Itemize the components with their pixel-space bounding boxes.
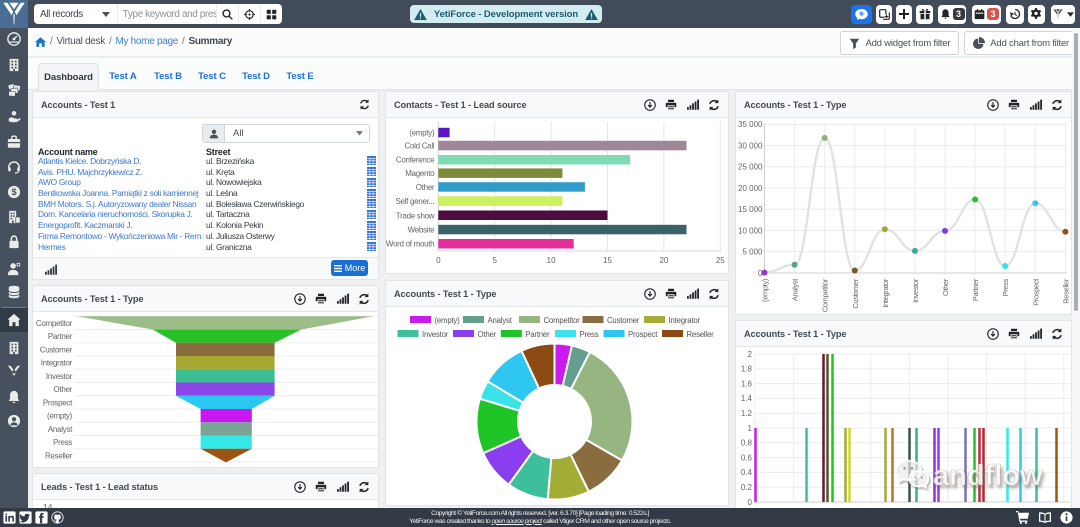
svg-text:Analyst: Analyst xyxy=(48,425,73,434)
svg-text:Partner: Partner xyxy=(971,278,980,301)
svg-text:Customer: Customer xyxy=(40,345,73,354)
svg-text:(empty): (empty) xyxy=(47,412,73,421)
svg-text:Customer: Customer xyxy=(607,316,640,325)
svg-text:Competitor: Competitor xyxy=(544,316,581,325)
svg-text:$: $ xyxy=(11,187,16,197)
svg-text:Trade show: Trade show xyxy=(396,211,435,220)
svg-text:1.4: 1.4 xyxy=(741,394,753,403)
svg-text:(empty): (empty) xyxy=(435,316,461,325)
svg-text:Partner: Partner xyxy=(48,332,73,341)
svg-text:5: 5 xyxy=(492,256,497,265)
svg-text:0.4: 0.4 xyxy=(741,468,753,477)
svg-text:25: 25 xyxy=(716,256,725,265)
svg-text:Prospect: Prospect xyxy=(1031,279,1040,306)
svg-text:Customer: Customer xyxy=(851,278,860,308)
svg-text:25 000: 25 000 xyxy=(738,163,763,172)
svg-text:Reseller: Reseller xyxy=(687,330,715,339)
svg-text:Other: Other xyxy=(53,385,72,394)
svg-text:Cold Call: Cold Call xyxy=(405,142,435,151)
svg-text:0.2: 0.2 xyxy=(741,483,753,492)
svg-text:Other: Other xyxy=(478,330,497,339)
svg-text:Integrator: Integrator xyxy=(669,316,701,325)
svg-text:Investor: Investor xyxy=(46,372,73,381)
svg-text:Prospect: Prospect xyxy=(628,330,658,339)
svg-text:1.6: 1.6 xyxy=(741,379,753,388)
svg-text:Competitor: Competitor xyxy=(36,319,73,328)
svg-text:0: 0 xyxy=(436,256,441,265)
svg-text:Partner: Partner xyxy=(525,330,550,339)
svg-text:Reseller: Reseller xyxy=(1061,278,1070,304)
svg-text:Reseller: Reseller xyxy=(45,451,73,460)
svg-text:Integrator: Integrator xyxy=(41,359,73,368)
svg-text:Integrator: Integrator xyxy=(881,278,890,307)
svg-text:(empty): (empty) xyxy=(409,129,435,138)
svg-text:Press: Press xyxy=(1001,278,1010,296)
svg-text:Investor: Investor xyxy=(911,278,920,303)
svg-text:Prospect: Prospect xyxy=(43,398,73,407)
svg-text:0: 0 xyxy=(748,498,753,507)
svg-text:15: 15 xyxy=(603,256,612,265)
svg-text:Press: Press xyxy=(580,330,599,339)
svg-text:0.8: 0.8 xyxy=(741,439,753,448)
svg-text:Website: Website xyxy=(408,226,436,235)
svg-text:Self gener...: Self gener... xyxy=(396,197,435,206)
svg-text:Other: Other xyxy=(941,278,950,296)
svg-text:10: 10 xyxy=(547,256,556,265)
svg-text:Magento: Magento xyxy=(405,169,435,178)
svg-text:1.8: 1.8 xyxy=(741,365,753,374)
svg-text:Investor: Investor xyxy=(422,330,449,339)
svg-text:20: 20 xyxy=(659,256,668,265)
svg-text:0.6: 0.6 xyxy=(741,453,753,462)
svg-text:Word of mouth: Word of mouth xyxy=(386,240,434,249)
svg-text:1: 1 xyxy=(748,424,753,433)
svg-text:Conference: Conference xyxy=(396,156,435,165)
svg-text:30 000: 30 000 xyxy=(738,141,763,150)
svg-text:35 000: 35 000 xyxy=(738,120,763,129)
svg-text:Analyst: Analyst xyxy=(791,279,800,301)
svg-text:10 000: 10 000 xyxy=(738,226,763,235)
svg-text:5 000: 5 000 xyxy=(742,248,763,257)
svg-text:Press: Press xyxy=(53,438,72,447)
svg-text:Other: Other xyxy=(416,183,435,192)
svg-text:Analyst: Analyst xyxy=(488,316,513,325)
svg-text:1.2: 1.2 xyxy=(741,409,753,418)
svg-text:15 000: 15 000 xyxy=(738,205,763,214)
svg-text:20 000: 20 000 xyxy=(738,184,763,193)
svg-text:(empty): (empty) xyxy=(761,279,770,302)
svg-text:Competitor: Competitor xyxy=(821,278,830,312)
svg-text:2: 2 xyxy=(748,350,753,359)
